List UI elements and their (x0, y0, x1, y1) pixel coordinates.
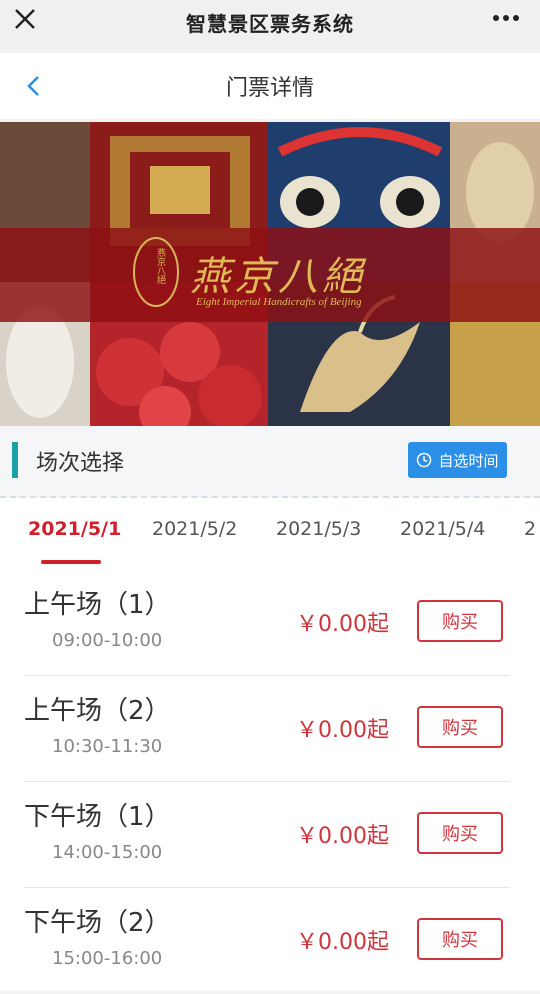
buy-button[interactable]: 购买 (417, 706, 503, 748)
session-row: 下午场（2） 15:00-16:00 ￥0.00起 购买 (0, 888, 540, 994)
date-tabs: 2021/5/1 2021/5/2 2021/5/3 2021/5/4 2 (0, 498, 540, 568)
buy-button[interactable]: 购买 (417, 918, 503, 960)
date-tab-3[interactable]: 2021/5/3 (276, 518, 361, 540)
session-row: 上午场（1） 09:00-10:00 ￥0.00起 购买 (0, 570, 540, 676)
session-name: 下午场（1） (24, 802, 171, 832)
session-price: ￥0.00起 (296, 612, 389, 637)
session-time: 14:00-15:00 (52, 842, 163, 863)
session-section-header: 场次选择 自选时间 (0, 426, 540, 498)
section-title: 场次选择 (36, 451, 125, 476)
more-icon[interactable] (492, 14, 520, 22)
banner-seal-text: 燕京八絕 (155, 248, 165, 284)
date-tab-2[interactable]: 2021/5/2 (152, 518, 237, 540)
active-tab-indicator (41, 560, 101, 564)
close-icon[interactable] (12, 6, 38, 32)
session-price: ￥0.00起 (296, 718, 389, 743)
session-time: 10:30-11:30 (52, 736, 163, 757)
section-accent-bar (12, 442, 18, 478)
back-arrow-icon[interactable] (24, 73, 44, 99)
custom-time-label: 自选时间 (438, 451, 499, 470)
buy-button[interactable]: 购买 (417, 600, 503, 642)
custom-time-button[interactable]: 自选时间 (408, 442, 507, 478)
date-tab-4[interactable]: 2021/5/4 (400, 518, 485, 540)
session-price: ￥0.00起 (296, 930, 389, 955)
banner-image: 燕京八絕 燕京八絕 Eight Imperial Handicrafts of … (0, 122, 540, 426)
session-list-panel: 2021/5/1 2021/5/2 2021/5/3 2021/5/4 2 上午… (0, 498, 540, 991)
session-time: 15:00-16:00 (52, 948, 163, 969)
session-price: ￥0.00起 (296, 824, 389, 849)
banner-subtitle: Eight Imperial Handicrafts of Beijing (196, 296, 362, 308)
app-title-bar: 智慧景区票务系统 (0, 0, 540, 44)
app-title: 智慧景区票务系统 (186, 11, 354, 36)
clock-icon (417, 452, 432, 468)
session-row: 下午场（1） 14:00-15:00 ￥0.00起 购买 (0, 782, 540, 888)
date-tab-1[interactable]: 2021/5/1 (28, 518, 121, 540)
session-row: 上午场（2） 10:30-11:30 ￥0.00起 购买 (0, 676, 540, 782)
buy-button[interactable]: 购买 (417, 812, 503, 854)
session-name: 上午场（2） (24, 696, 171, 726)
date-tab-5[interactable]: 2 (524, 518, 536, 540)
page-nav-bar: 门票详情 (0, 53, 540, 119)
page-title: 门票详情 (225, 76, 314, 101)
session-time: 09:00-10:00 (52, 630, 163, 651)
session-name: 下午场（2） (24, 908, 171, 938)
banner-calligraphy: 燕京八絕 (190, 254, 366, 300)
session-name: 上午场（1） (24, 590, 171, 620)
